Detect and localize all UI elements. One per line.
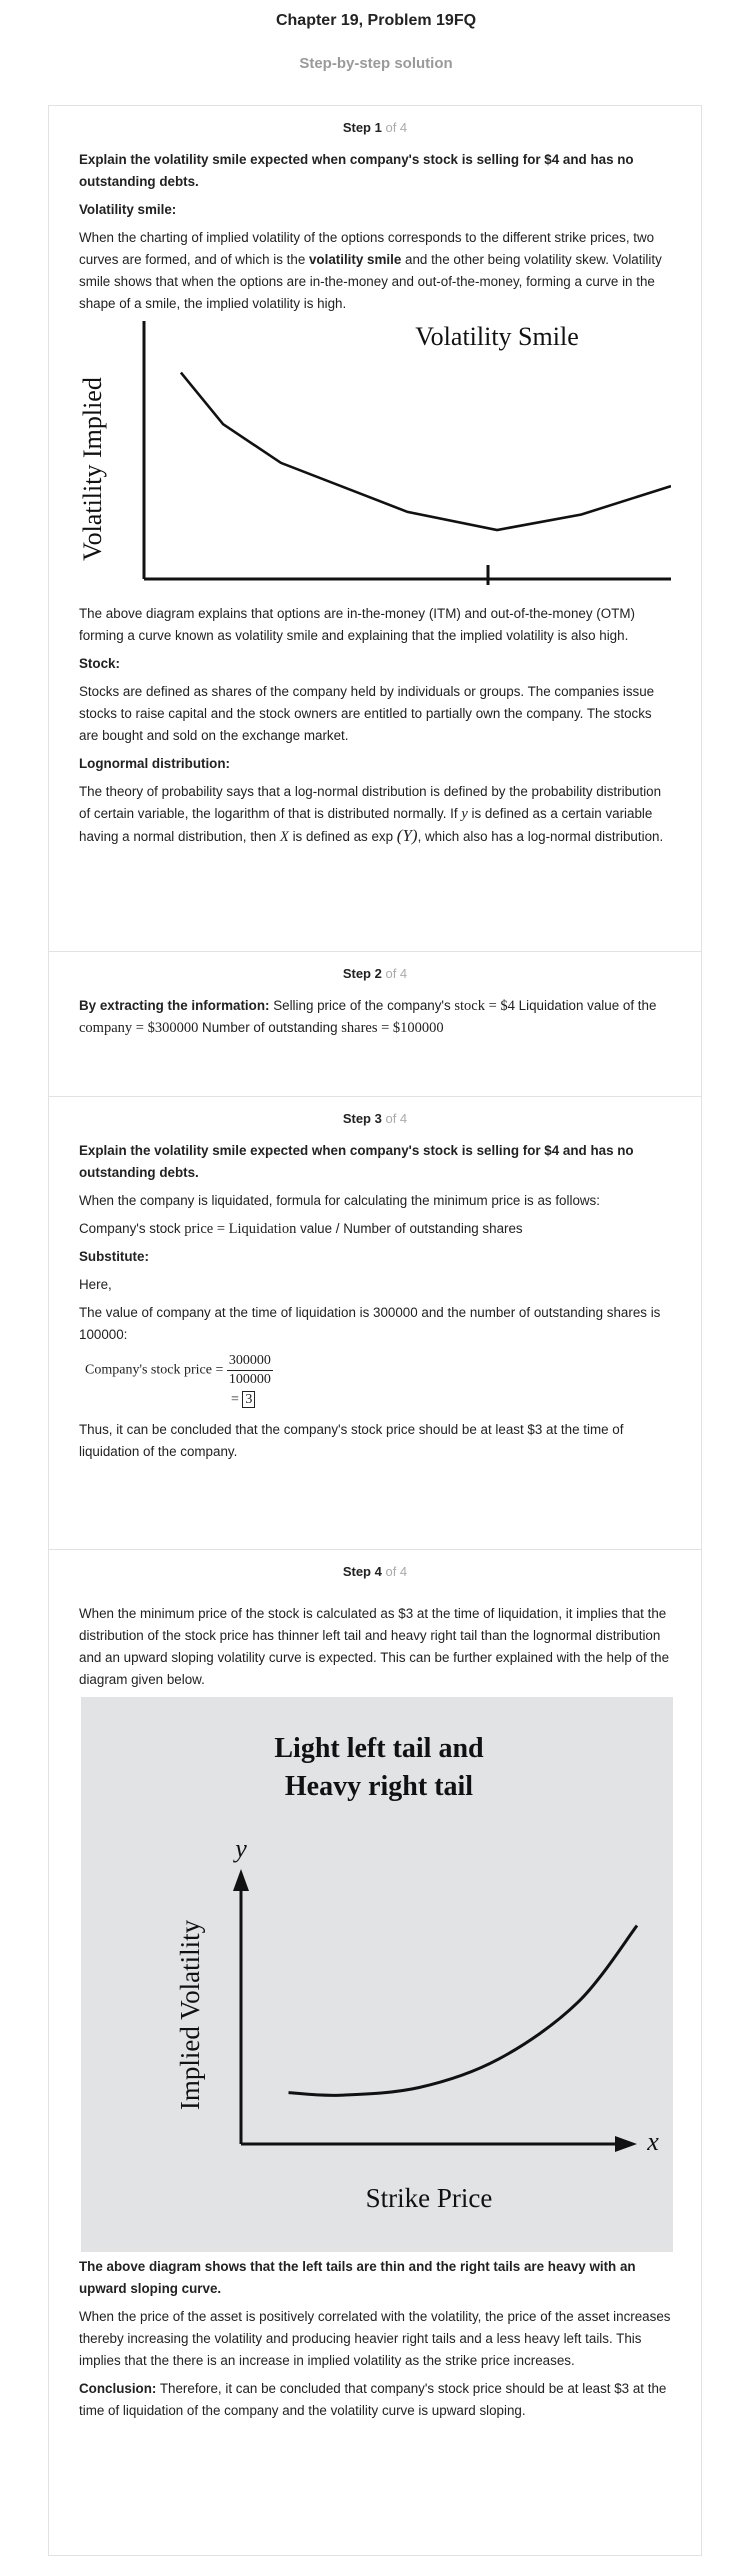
math-var: X: [279, 829, 289, 845]
text: Therefore, it can be concluded that comp…: [79, 2381, 667, 2418]
text: value / Number of outstanding shares: [296, 1221, 523, 1236]
text: Number of outstanding: [198, 1020, 342, 1035]
paragraph: The above diagram explains that options …: [79, 606, 635, 643]
tail-chart: Light left tail and Heavy right tail y x…: [81, 1697, 673, 2252]
bold-text: volatility smile: [308, 252, 402, 267]
page-title: Chapter 19, Problem 19FQ: [275, 12, 477, 29]
paragraph: When the price of the asset is positivel…: [79, 2309, 671, 2368]
heading-stock: Stock:: [79, 656, 120, 671]
step-content: Explain the volatility smile expected wh…: [49, 1126, 701, 1463]
step-label: Step 2: [342, 966, 382, 981]
text: is defined as exp: [288, 829, 397, 844]
step-label: Step 4: [342, 1564, 382, 1579]
chart-title-line-2: Heavy right tail: [285, 1771, 473, 1802]
step-content: Explain the volatility smile expected wh…: [49, 135, 701, 848]
paragraph: Stocks are defined as shares of the comp…: [79, 684, 655, 743]
chart-ylabel: Implied Volatility: [175, 1919, 205, 2110]
solution-steps: Step 1 of 4 Explain the volatility smile…: [48, 105, 702, 2556]
paragraph: Here,: [79, 1277, 112, 1292]
paragraph: When the minimum price of the stock is c…: [79, 1606, 670, 1687]
volatility-smile-chart: Volatility Smile Volatility Implied: [79, 321, 671, 585]
paragraph: The value of company at the time of liqu…: [79, 1305, 661, 1342]
step-of: of 4: [385, 966, 408, 981]
question: Explain the volatility smile expected wh…: [79, 152, 634, 189]
equals-sign: =: [231, 1392, 239, 1407]
paragraph: When the company is liquidated, formula …: [79, 1193, 600, 1208]
chart-title: Volatility Smile: [415, 322, 578, 351]
chart-title-line-1: Light left tail and: [274, 1733, 484, 1764]
paragraph: By extracting the information: Selling p…: [79, 995, 671, 1039]
text: Liquidation value of the: [514, 998, 657, 1013]
step-1: Step 1 of 4 Explain the volatility smile…: [49, 106, 701, 951]
paragraph: Company's stock price = Liquidation valu…: [79, 1218, 671, 1240]
bold-text: Conclusion:: [79, 2381, 157, 2396]
question: Explain the volatility smile expected wh…: [79, 1143, 634, 1180]
numerator: 300000: [226, 1352, 273, 1371]
boxed-result: 3: [242, 1391, 256, 1408]
text: Selling price of the company's: [269, 998, 455, 1013]
math-expr: company = $300000: [79, 1020, 199, 1036]
step-header: Step 1 of 4: [49, 106, 701, 135]
y-axis-letter: y: [232, 1834, 247, 1863]
text: , which also has a log-normal distributi…: [417, 829, 664, 844]
step-label: Step 1: [342, 120, 382, 135]
chart-ylabel: Volatility Implied: [79, 377, 107, 561]
math-var: (Y): [396, 826, 418, 845]
step-of: of 4: [385, 1564, 408, 1579]
math-expr: shares = $100000: [341, 1020, 444, 1036]
text: Company's stock: [79, 1221, 185, 1236]
step-of: of 4: [385, 120, 408, 135]
fraction: 300000 100000: [226, 1352, 273, 1389]
heading-substitute: Substitute:: [79, 1249, 149, 1264]
heading-lognormal: Lognormal distribution:: [79, 756, 230, 771]
math-expr: stock = $4: [454, 998, 515, 1014]
step-content: When the minimum price of the stock is c…: [49, 1579, 701, 2422]
step-of: of 4: [385, 1111, 408, 1126]
step-content: By extracting the information: Selling p…: [49, 981, 701, 1039]
paragraph: Thus, it can be concluded that the compa…: [79, 1422, 624, 1459]
price-equation: Company's stock price = 300000 100000 = …: [85, 1352, 671, 1411]
x-axis-letter: x: [646, 2127, 659, 2156]
math-expr: price = Liquidation: [184, 1221, 297, 1237]
step-header: Step 3 of 4: [49, 1097, 701, 1126]
step-3: Step 3 of 4 Explain the volatility smile…: [49, 1096, 701, 1549]
chart-xlabel: Strike Price: [366, 2183, 493, 2213]
bold-text: By extracting the information:: [79, 998, 270, 1013]
step-header: Step 4 of 4: [49, 1550, 701, 1579]
step-2: Step 2 of 4 By extracting the informatio…: [49, 951, 701, 1096]
paragraph: The theory of probability says that a lo…: [79, 781, 671, 848]
step-header: Step 2 of 4: [49, 952, 701, 981]
heading-volatility-smile: Volatility smile:: [79, 202, 177, 217]
step-label: Step 3: [342, 1111, 382, 1126]
denominator: 100000: [228, 1372, 271, 1387]
smile-curve-line: [179, 371, 671, 532]
paragraph: The above diagram shows that the left ta…: [79, 2259, 636, 2296]
page-subtitle: Step-by-step solution: [299, 55, 453, 72]
step-4: Step 4 of 4 When the minimum price of th…: [49, 1549, 701, 2555]
paragraph: Conclusion: Therefore, it can be conclud…: [79, 2378, 671, 2422]
equation-lhs: Company's stock price =: [85, 1362, 224, 1378]
paragraph: When the charting of implied volatility …: [79, 227, 671, 315]
